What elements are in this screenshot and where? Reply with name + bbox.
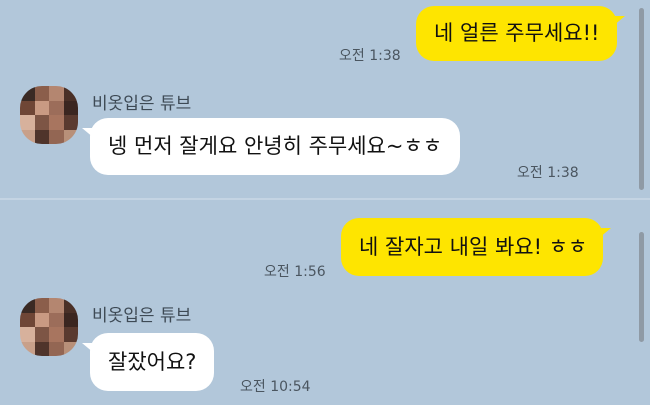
incoming-message-bubble[interactable]: 넹 먼저 잘게요 안녕히 주무세요~ㅎㅎ — [81, 118, 461, 175]
outgoing-message-bubble[interactable]: 네 얼른 주무세요!! — [416, 6, 626, 61]
message-timestamp: 오전 10:54 — [240, 379, 311, 395]
incoming-message-bubble[interactable]: 잘잤어요? — [81, 333, 215, 391]
outgoing-message-bubble[interactable]: 네 잘자고 내일 봐요! ㅎㅎ — [341, 218, 612, 276]
divider — [0, 198, 650, 200]
pixelated-profile-icon[interactable] — [20, 298, 78, 356]
scrollbar[interactable] — [639, 8, 644, 190]
message-timestamp: 오전 1:38 — [517, 165, 579, 181]
message-timestamp: 오전 1:56 — [264, 264, 326, 280]
chat-window: 오전 1:38 네 얼른 주무세요!! 비옷입은 튜브 넹 먼저 잘게요 안녕히… — [0, 0, 650, 405]
pixelated-profile-icon[interactable] — [20, 86, 78, 144]
message-timestamp: 오전 1:38 — [339, 48, 401, 64]
sender-name: 비옷입은 튜브 — [92, 94, 192, 114]
scrollbar[interactable] — [639, 232, 644, 342]
sender-name: 비옷입은 튜브 — [92, 306, 192, 326]
